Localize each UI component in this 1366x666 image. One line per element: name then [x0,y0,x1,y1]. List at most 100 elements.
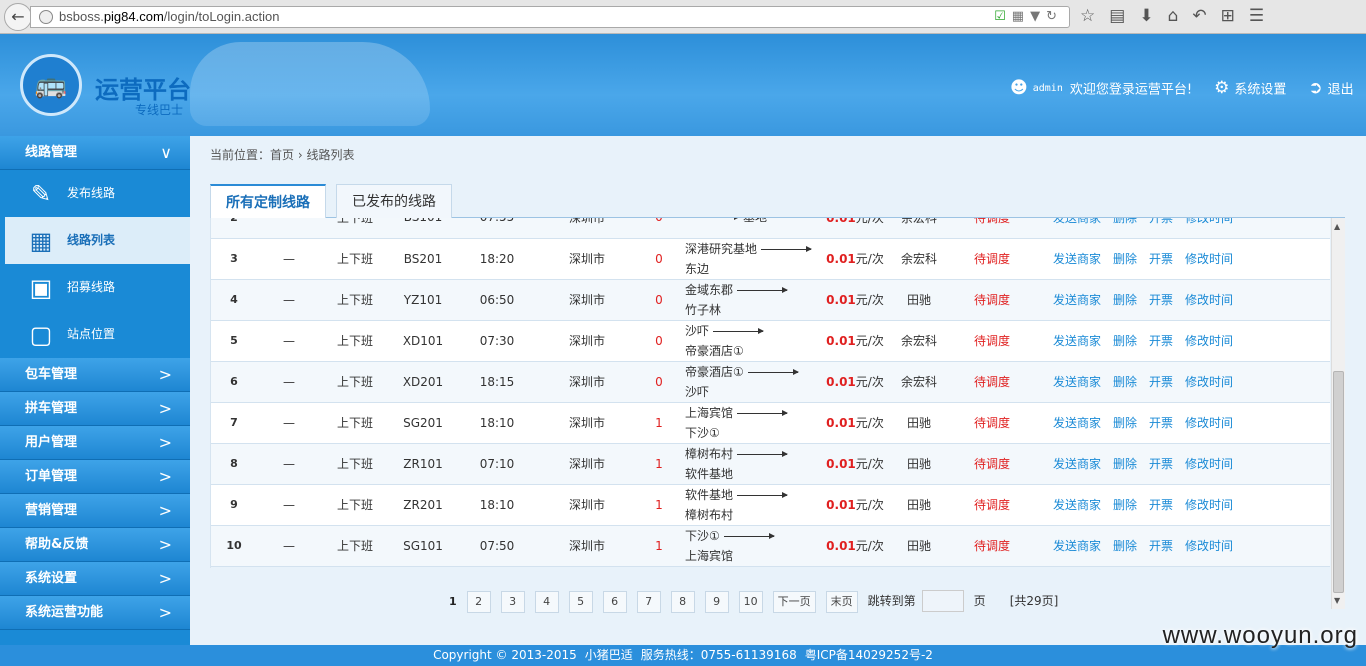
menu-icon[interactable]: ☰ [1249,6,1278,26]
last-page-button[interactable]: 末页 [825,590,858,613]
page-link[interactable]: 3 [500,590,525,613]
scroll-up-icon[interactable]: ▲ [1334,222,1340,231]
send-merchant-link[interactable]: 发送商家 [1053,457,1101,471]
delete-link[interactable]: 删除 [1113,334,1137,348]
delete-link[interactable]: 删除 [1113,252,1137,266]
download-icon[interactable]: ⬇ [1139,6,1167,26]
page-link[interactable]: 8 [670,590,695,613]
price-unit: 元/次 [855,416,884,430]
invoice-link[interactable]: 开票 [1149,457,1173,471]
scroll-down-icon[interactable]: ▼ [1334,596,1340,605]
sidebar-item-route-list[interactable]: ▦ 线路列表 [5,217,190,264]
delete-link[interactable]: 删除 [1113,457,1137,471]
sidebar-group-label: 系统运营功能 [25,605,104,620]
logout-icon[interactable]: ➲ [1308,78,1322,98]
edit-time-link[interactable]: 修改时间 [1185,498,1233,512]
delete-link[interactable]: 删除 [1113,218,1137,225]
sidebar-group-route[interactable]: 线路管理 ∨ [0,136,190,170]
invoice-link[interactable]: 开票 [1149,498,1173,512]
dropdown-icon[interactable]: ▼ [1030,9,1046,24]
undo-icon[interactable]: ↶ [1192,6,1220,26]
breadcrumb-home[interactable]: 首页 [270,148,294,162]
send-merchant-link[interactable]: 发送商家 [1053,539,1101,553]
edit-time-link[interactable]: 修改时间 [1185,457,1233,471]
invoice-link[interactable]: 开票 [1149,375,1173,389]
scrollbar-thumb[interactable] [1333,371,1344,593]
edit-time-link[interactable]: 修改时间 [1185,218,1233,225]
send-merchant-link[interactable]: 发送商家 [1053,293,1101,307]
edit-time-link[interactable]: 修改时间 [1185,416,1233,430]
send-merchant-link[interactable]: 发送商家 [1053,375,1101,389]
page-link[interactable]: 2 [466,590,491,613]
sidebar-group-carpool[interactable]: 拼车管理 > [0,392,190,426]
send-merchant-link[interactable]: 发送商家 [1053,416,1101,430]
cell-route: 帝豪酒店① 沙吓 [681,361,819,403]
send-merchant-link[interactable]: 发送商家 [1053,334,1101,348]
invoice-link[interactable]: 开票 [1149,218,1173,225]
page-link[interactable]: 6 [602,590,627,613]
home-icon[interactable]: ⌂ [1168,6,1193,26]
cell-time: 07:50 [457,525,537,567]
edit-time-link[interactable]: 修改时间 [1185,539,1233,553]
send-merchant-link[interactable]: 发送商家 [1053,498,1101,512]
reload-icon[interactable]: ↻ [1046,9,1063,24]
logout-link[interactable]: 退出 [1328,83,1354,98]
breadcrumb-separator: › [297,148,303,162]
invoice-link[interactable]: 开票 [1149,539,1173,553]
sidebar-group-settings[interactable]: 系统设置 > [0,562,190,596]
edit-time-link[interactable]: 修改时间 [1185,334,1233,348]
sidebar-group-operations[interactable]: 系统运营功能 > [0,596,190,630]
address-bar[interactable]: bsboss.pig84.com/login/toLogin.action ☑▦… [30,6,1070,28]
back-arrow-icon[interactable]: ← [4,3,32,31]
invoice-link[interactable]: 开票 [1149,252,1173,266]
edit-time-link[interactable]: 修改时间 [1185,375,1233,389]
next-page-button[interactable]: 下一页 [772,590,816,613]
sidebar-item-recruit-route[interactable]: ▣ 招募线路 [0,264,190,311]
sidebar-item-publish-route[interactable]: ✎ 发布线路 [0,170,190,217]
sidebar-group-orders[interactable]: 订单管理 > [0,460,190,494]
tab-all-custom-routes[interactable]: 所有定制线路 [210,184,326,218]
edit-time-link[interactable]: 修改时间 [1185,252,1233,266]
cell-count: 1 [637,402,681,444]
delete-link[interactable]: 删除 [1113,293,1137,307]
qr-icon[interactable]: ▦ [1012,9,1030,24]
delete-link[interactable]: 删除 [1113,539,1137,553]
cell-actions: 发送商家删除开票修改时间 [1037,443,1330,485]
tab-published-routes[interactable]: 已发布的线路 [336,184,452,218]
footer: Copyright © 2013-2015 小猪巴适 服务热线：0755-61139… [0,645,1366,666]
page-link[interactable]: 10 [738,590,763,613]
page-link[interactable]: 5 [568,590,593,613]
star-icon[interactable]: ☆ [1080,6,1109,26]
shield-icon[interactable]: ☑ [994,9,1012,24]
sidebar-group-users[interactable]: 用户管理 > [0,426,190,460]
invoice-link[interactable]: 开票 [1149,334,1173,348]
reading-list-icon[interactable]: ▤ [1109,6,1139,26]
sidebar-group-help[interactable]: 帮助&反馈 > [0,528,190,562]
settings-link[interactable]: 系统设置 [1234,83,1286,98]
invoice-link[interactable]: 开票 [1149,293,1173,307]
cell-time: 07:55 [457,218,537,239]
vertical-scrollbar[interactable]: ▲ ▼ [1331,218,1345,609]
edit-time-link[interactable]: 修改时间 [1185,293,1233,307]
cell-time: 18:10 [457,484,537,526]
crop-icon[interactable]: ⊞ [1221,6,1249,26]
sidebar-item-station[interactable]: ▢ 站点位置 [0,311,190,358]
welcome-text: 欢迎您登录运营平台! [1069,82,1193,98]
page-link[interactable]: 7 [636,590,661,613]
delete-link[interactable]: 删除 [1113,498,1137,512]
app-title: 运营平台 [95,76,191,104]
sidebar-group-marketing[interactable]: 营销管理 > [0,494,190,528]
table-row: 10— 上下班 SG101 07:50 深圳市 1 下沙①上海宾馆 0.01元/次 田驰 待调度发… [211,525,1330,567]
delete-link[interactable]: 删除 [1113,375,1137,389]
page-link[interactable]: 4 [534,590,559,613]
send-merchant-link[interactable]: 发送商家 [1053,218,1101,225]
gear-icon[interactable]: ⚙ [1214,78,1229,98]
invoice-link[interactable]: 开票 [1149,416,1173,430]
cell-no: 2 [211,218,257,239]
delete-link[interactable]: 删除 [1113,416,1137,430]
cell-status: 待调度 [947,361,1037,403]
send-merchant-link[interactable]: 发送商家 [1053,252,1101,266]
page-link[interactable]: 9 [704,590,729,613]
jump-page-input[interactable] [921,590,964,612]
sidebar-group-charter[interactable]: 包车管理 > [0,358,190,392]
